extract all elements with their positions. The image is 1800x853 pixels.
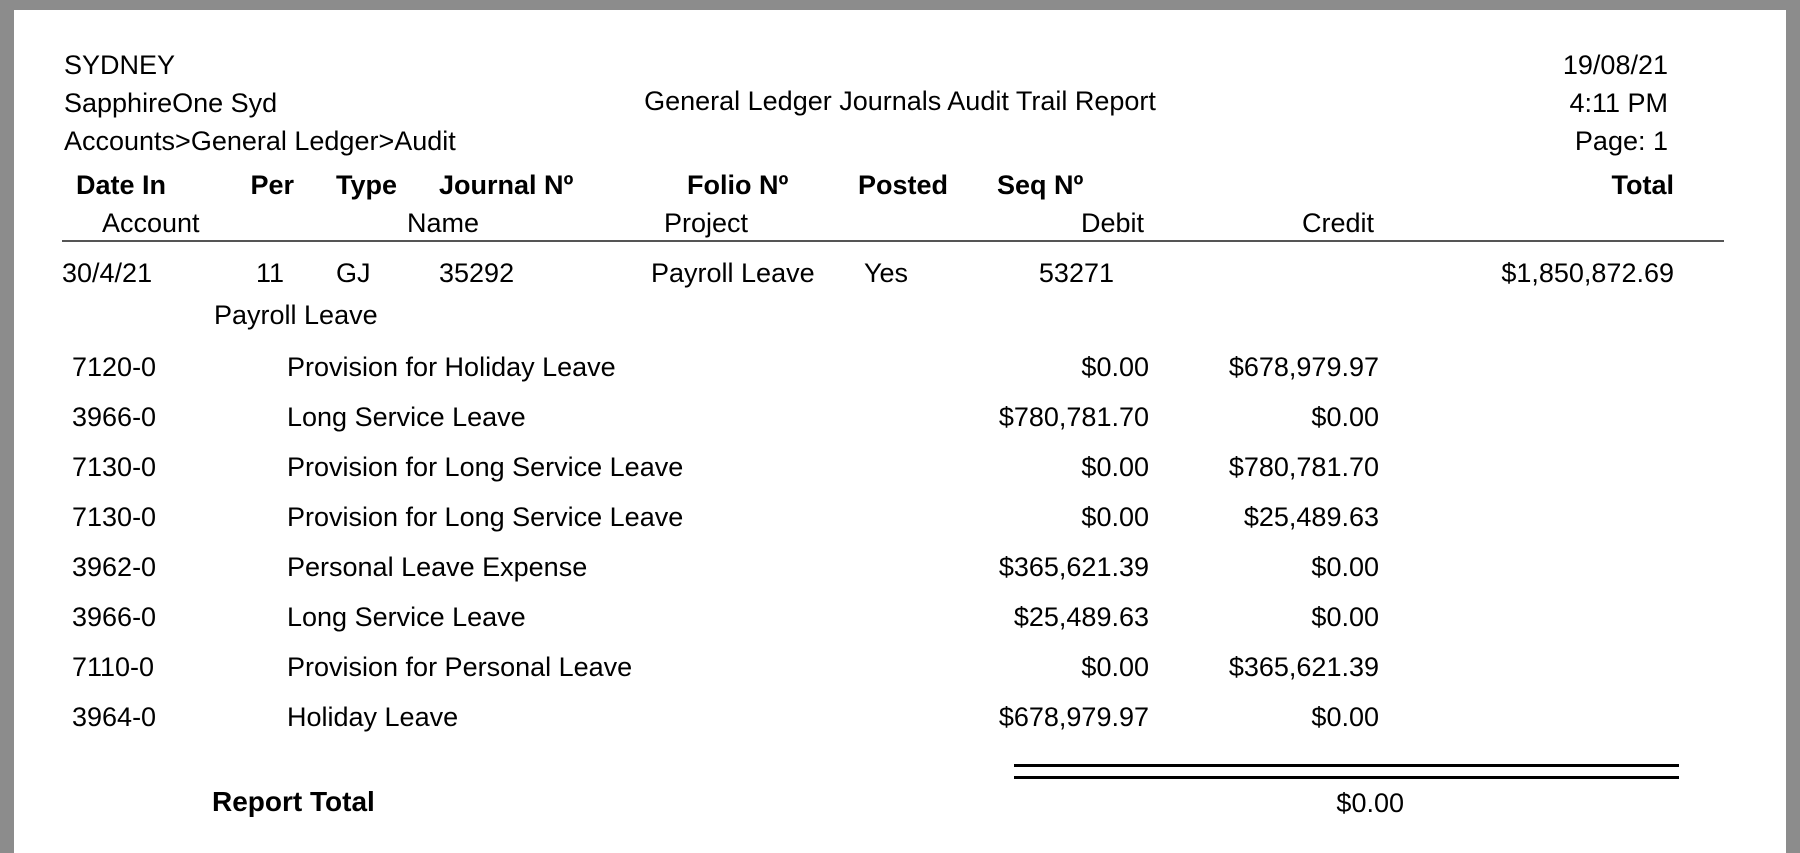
page-title: General Ledger Journals Audit Trail Repo… [644, 86, 1156, 116]
line-name: Personal Leave Expense [287, 552, 588, 582]
table-row[interactable]: 3966-0 Long Service Leave $780,781.70 $0… [14, 400, 1786, 450]
table-row[interactable]: 7130-0 Provision for Long Service Leave … [14, 450, 1786, 500]
breadcrumb: Accounts>General Ledger>Audit [64, 126, 456, 156]
header-type: Type [336, 170, 398, 200]
header-posted: Posted [858, 170, 949, 200]
line-credit: $0.00 [1311, 702, 1379, 732]
journal-date-in: 30/4/21 [62, 258, 153, 288]
report-header: SYDNEY SapphireOne Syd Accounts>General … [50, 46, 1750, 156]
line-account: 7130-0 [72, 452, 157, 482]
line-account: 3962-0 [72, 552, 157, 582]
column-headers-secondary: Account Name Project Debit Credit [14, 206, 1786, 244]
line-account: 3964-0 [72, 702, 157, 732]
total-double-rule [1014, 764, 1679, 779]
column-headers-primary: Date In Per Type Journal Nº Folio Nº Pos… [14, 168, 1786, 206]
table-row[interactable]: 3962-0 Personal Leave Expense $365,621.3… [14, 550, 1786, 600]
header-right-block: 19/08/21 4:11 PM Page: 1 [1563, 46, 1668, 160]
header-folio-no: Folio Nº [687, 170, 789, 200]
line-account: 7110-0 [72, 652, 155, 682]
journal-row[interactable]: 30/4/21 11 GJ 35292 Payroll Leave Yes 53… [14, 256, 1786, 298]
line-account: 3966-0 [72, 402, 157, 432]
header-name: Name [407, 208, 480, 238]
header-journal-no: Journal Nº [439, 170, 574, 200]
table-row[interactable]: 7130-0 Provision for Long Service Leave … [14, 500, 1786, 550]
report-date: 19/08/21 [1562, 50, 1668, 80]
header-account: Account [102, 208, 200, 238]
journal-seq-no: 53271 [1038, 258, 1114, 288]
line-credit: $25,489.63 [1243, 502, 1379, 532]
line-account: 7120-0 [72, 352, 157, 382]
table-row[interactable]: 7120-0 Provision for Holiday Leave $0.00… [14, 350, 1786, 400]
table-row[interactable]: 7110-0 Provision for Personal Leave $0.0… [14, 650, 1786, 700]
header-seq-no: Seq Nº [997, 170, 1084, 200]
line-credit: $0.00 [1311, 402, 1379, 432]
line-credit: $0.00 [1311, 602, 1379, 632]
line-credit: $0.00 [1311, 552, 1379, 582]
table-row[interactable]: 3964-0 Holiday Leave $678,979.97 $0.00 [14, 700, 1786, 750]
page-number: Page: 1 [1574, 126, 1668, 156]
branch-name: SYDNEY [64, 50, 176, 80]
header-total: Total [1611, 170, 1675, 200]
line-name: Holiday Leave [287, 702, 459, 732]
journal-name: Payroll Leave [214, 300, 378, 330]
journal-name-row: Payroll Leave [14, 298, 1786, 340]
line-name: Long Service Leave [287, 402, 526, 432]
report-total-label: Report Total [212, 786, 375, 817]
journal-no: 35292 [439, 258, 515, 288]
header-center-block: General Ledger Journals Audit Trail Repo… [50, 82, 1750, 120]
header-date-in: Date In [76, 170, 167, 200]
line-name: Provision for Holiday Leave [287, 352, 616, 382]
report-sheet: SYDNEY SapphireOne Syd Accounts>General … [14, 46, 1786, 853]
line-account: 7130-0 [72, 502, 157, 532]
journal-folio-no: Payroll Leave [651, 258, 815, 288]
line-credit: $365,621.39 [1228, 652, 1379, 682]
line-credit: $780,781.70 [1228, 452, 1379, 482]
journal-total: $1,850,872.69 [1501, 258, 1674, 288]
header-separator-rule [62, 240, 1724, 242]
line-name: Provision for Long Service Leave [287, 452, 684, 482]
report-total-amount: $0.00 [1336, 788, 1404, 818]
report-time: 4:11 PM [1569, 88, 1668, 118]
line-name: Provision for Personal Leave [287, 652, 633, 682]
line-account: 3966-0 [72, 602, 157, 632]
report-page: SYDNEY SapphireOne Syd Accounts>General … [14, 10, 1786, 853]
header-project: Project [664, 208, 749, 238]
report-total-block: Report Total $0.00 [14, 750, 1786, 830]
table-row[interactable]: 3966-0 Long Service Leave $25,489.63 $0.… [14, 600, 1786, 650]
line-name: Long Service Leave [287, 602, 526, 632]
journal-per: 11 [255, 258, 284, 288]
line-name: Provision for Long Service Leave [287, 502, 684, 532]
header-per: Per [250, 170, 294, 200]
line-credit: $678,979.97 [1228, 352, 1379, 382]
journal-type: GJ [336, 258, 371, 288]
header-credit: Credit [1301, 208, 1374, 238]
